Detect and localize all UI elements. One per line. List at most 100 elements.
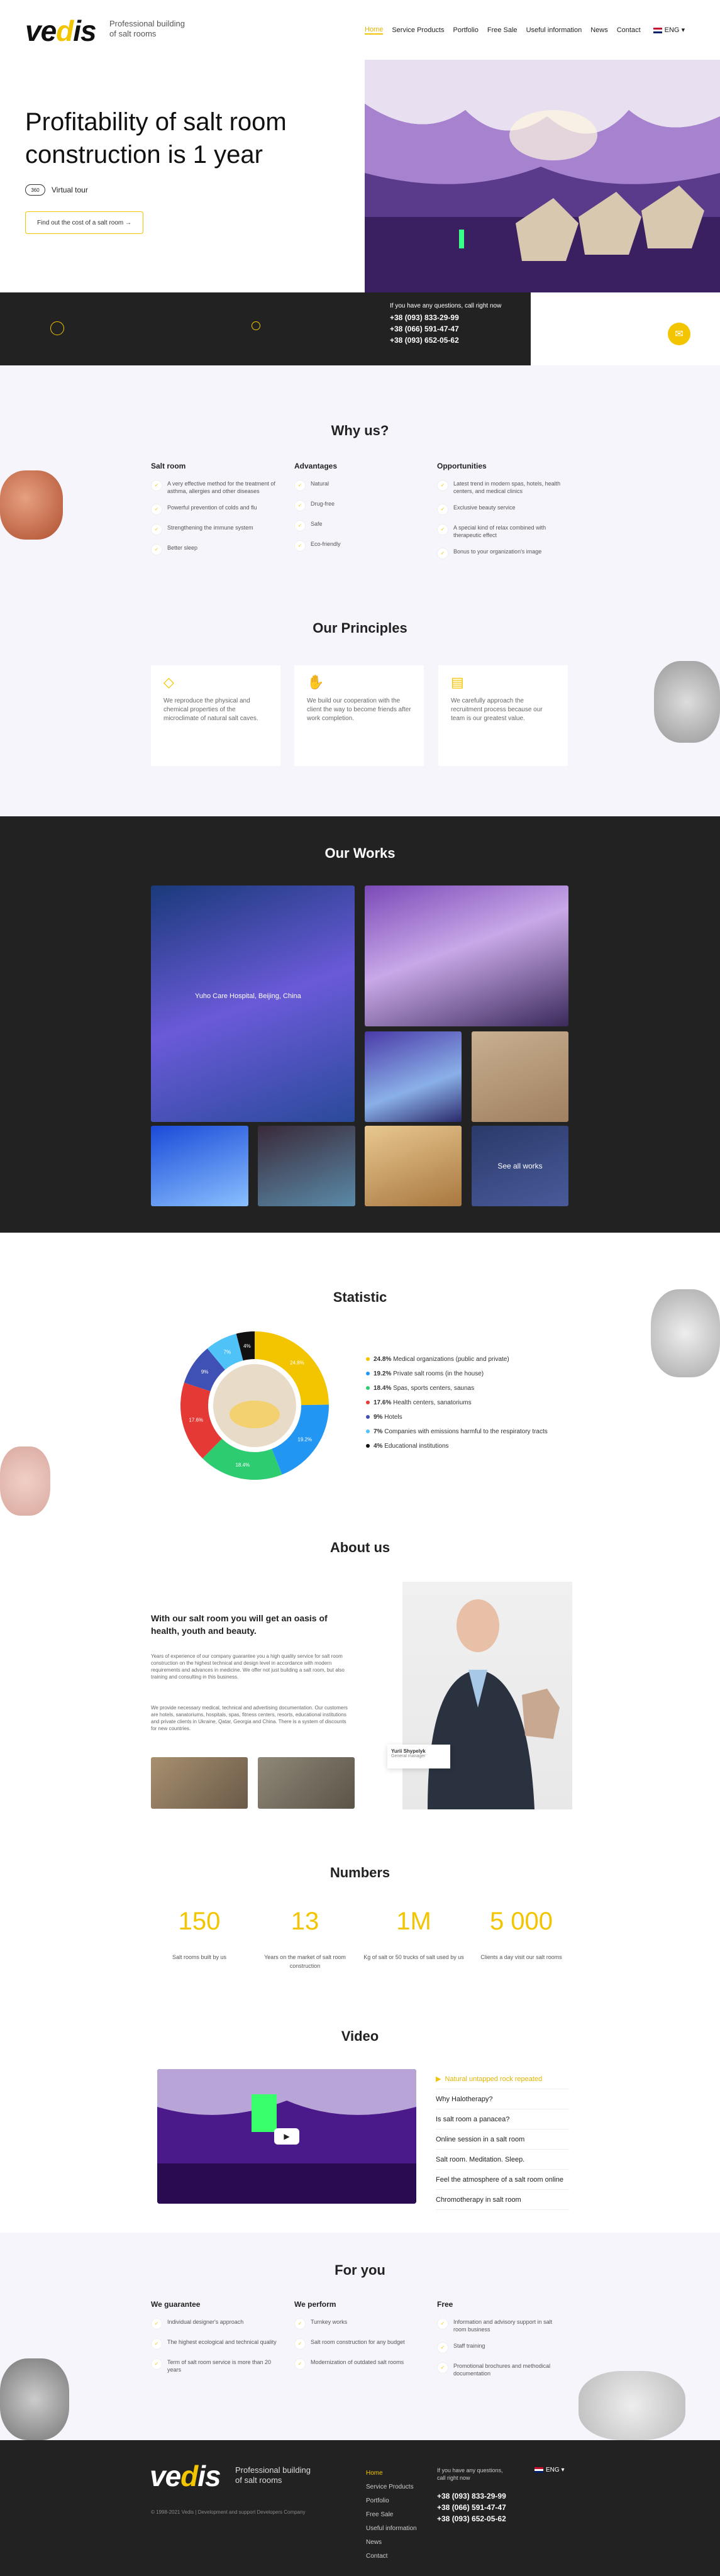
item-text: Term of salt room service is more than 2… [167,2359,272,2373]
check-icon: ✓ [151,480,162,491]
list-item: ✓ Powerful prevention of colds and flu [151,504,283,515]
salt-rock-image [0,2358,69,2440]
legend-pct: 7% [374,1428,383,1435]
donut-slice-label: 4% [243,1343,251,1349]
check-icon: ✓ [437,2318,448,2329]
video-item-label: Why Halotherapy? [436,2095,493,2103]
works-section [0,816,720,1233]
about-paragraph: We provide necessary medical, technical … [151,1705,348,1731]
list-item: ✓ Staff training [437,2342,563,2353]
list-item: ✓ A special kind of relax combined with t… [437,524,569,539]
footer-nav-free-sale[interactable]: Free Sale [366,2508,417,2522]
footer-language-selector[interactable]: ENG ▾ [534,2467,564,2473]
nav-contact[interactable]: Contact [617,26,641,34]
work-photo[interactable] [365,1031,462,1122]
salt-rock-image [651,1289,720,1377]
footer-phone-1[interactable]: +38 (093) 833-29-99 [437,2490,506,2502]
phone-3[interactable]: +38 (093) 652-05-62 [390,335,531,346]
nav-home[interactable]: Home [365,26,384,35]
arrow-right-icon: → [125,219,132,226]
footer-nav-news[interactable]: News [366,2536,417,2550]
item-text: Information and advisory support in salt… [453,2319,553,2333]
legend-dot [366,1386,370,1391]
legend-label: Companies with emissions harmful to the … [384,1428,548,1435]
mail-button[interactable]: ✉ [668,323,690,345]
about-title: About us [330,1540,390,1555]
nav-news[interactable]: News [590,26,608,34]
footer-logo[interactable]: vedis [150,2459,221,2493]
legend-pct: 4% [374,1443,383,1450]
for-you-col: We guarantee ✓ Individual designer's appr… [151,2301,277,2382]
item-text: Safe [311,521,323,527]
item-text: Modernization of outdated salt rooms [311,2359,404,2365]
legend-pct: 24.8% [374,1356,392,1363]
number-value: 5 000 [489,1907,553,1935]
video-list-item[interactable]: Feel the atmosphere of a salt room onlin… [436,2170,569,2190]
item-text: The highest ecological and technical qua… [167,2339,277,2345]
cta-label: Find out the cost of a salt room [36,219,124,226]
video-list-item[interactable]: Salt room. Meditation. Sleep. [436,2150,569,2170]
hero-image [365,60,720,292]
footer-nav-contact[interactable]: Contact [366,2550,417,2563]
footer: vedis Professional building of salt room… [0,2440,720,2576]
video-player[interactable]: ▶ [157,2069,416,2204]
work-photo[interactable] [472,1031,568,1122]
footer-contact-label: If you have any questions, call right no… [437,2467,503,2481]
footer-nav-service-products[interactable]: Service Products [366,2480,417,2494]
number-label: Kg of salt or 50 trucks of salt used by … [363,1954,464,1960]
video-title: Video [341,2028,379,2044]
number-value: 150 [178,1907,221,1935]
phone-2[interactable]: +38 (066) 591-47-47 [390,323,531,335]
scroll-icon[interactable] [50,321,64,335]
video-list-item[interactable]: Online session in a salt room [436,2129,569,2150]
about-photo[interactable] [258,1757,355,1809]
work-photo[interactable] [258,1126,355,1206]
list-item: ✓ Safe [294,520,407,531]
card-text: We carefully approach the recruitment pr… [451,697,543,722]
phone-1[interactable]: +38 (093) 833-29-99 [390,312,531,323]
person-name-card: Yurii Shypelyk General manager [387,1745,450,1768]
legend-dot [366,1357,370,1362]
work-photo-large[interactable]: Yuho Care Hospital, Beijing, China [151,886,355,1122]
about-paragraph: Years of experience of our company guara… [151,1653,345,1680]
virtual-tour-link[interactable]: 360 Virtual tour [25,184,88,196]
footer-phone-2[interactable]: +38 (066) 591-47-47 [437,2502,506,2513]
item-text: Drug-free [311,501,335,507]
legend-label: Health centers, sanatoriums [393,1399,472,1406]
nav-service-products[interactable]: Service Products [392,26,444,34]
video-list-item[interactable]: Is salt room a panacea? [436,2109,569,2129]
item-text: Natural [311,480,330,487]
nav-useful-information[interactable]: Useful information [526,26,582,34]
check-icon: ✓ [437,548,448,559]
see-all-works-button[interactable]: See all works [472,1126,568,1206]
work-photo[interactable] [365,886,568,1026]
document-icon: ▤ [451,674,464,690]
check-icon: ✓ [437,480,448,491]
video-list-item[interactable]: Chromotherapy in salt room [436,2190,569,2210]
video-list-item[interactable]: ▶ Natural untapped rock repeated [436,2069,569,2089]
number-value: 1M [396,1907,431,1935]
hero-title: Profitability of salt room construction … [25,108,287,169]
legend-item: 24.8% Medical organizations (public and … [366,1352,548,1367]
principle-card: ▤ We carefully approach the recruitment p… [438,665,568,766]
360-icon: 360 [25,184,45,196]
item-text: Individual designer's approach [167,2319,244,2325]
footer-nav-home[interactable]: Home [366,2467,417,2480]
cost-cta-button[interactable]: Find out the cost of a salt room → [25,211,143,234]
item-text: Salt room construction for any budget [311,2339,405,2345]
about-photo[interactable] [151,1757,248,1809]
footer-phone-3[interactable]: +38 (093) 652-05-62 [437,2513,506,2524]
video-item-label: Chromotherapy in salt room [436,2196,521,2204]
check-icon: ✓ [294,540,306,552]
work-photo[interactable] [151,1126,248,1206]
language-selector[interactable]: ENG ▾ [653,26,685,34]
footer-nav-portfolio[interactable]: Portfolio [366,2494,417,2508]
legend-dot [366,1444,370,1448]
work-photo[interactable] [365,1126,462,1206]
video-list-item[interactable]: Why Halotherapy? [436,2089,569,2109]
nav-free-sale[interactable]: Free Sale [487,26,518,34]
logo[interactable]: vedis [25,14,97,48]
footer-nav-useful-information[interactable]: Useful information [366,2522,417,2536]
nav-portfolio[interactable]: Portfolio [453,26,479,34]
play-icon[interactable]: ▶ [274,2128,299,2145]
